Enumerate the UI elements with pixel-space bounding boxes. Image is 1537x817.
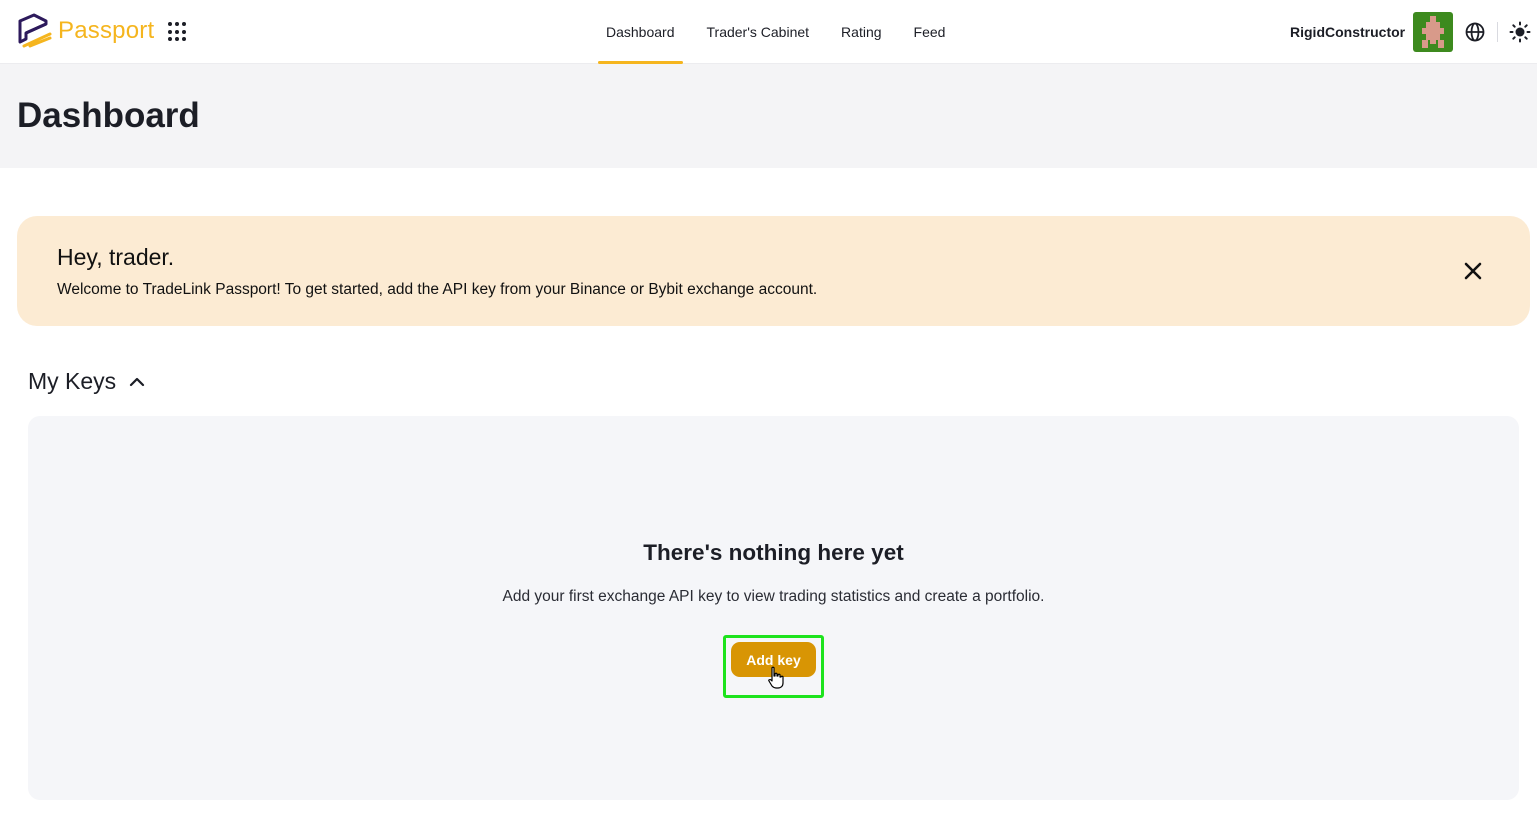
user-menu[interactable]: RigidConstructor bbox=[1290, 12, 1454, 52]
nav-feed[interactable]: Feed bbox=[898, 0, 962, 64]
top-bar: Passport Dashboard Trader's Cabinet Rati… bbox=[0, 0, 1537, 64]
avatar[interactable] bbox=[1413, 12, 1454, 52]
nav-dashboard[interactable]: Dashboard bbox=[590, 0, 691, 64]
globe-icon[interactable] bbox=[1465, 22, 1485, 42]
empty-state-title: There's nothing here yet bbox=[643, 540, 904, 565]
main-nav: Dashboard Trader's Cabinet Rating Feed bbox=[590, 0, 961, 64]
close-icon[interactable] bbox=[1464, 262, 1482, 280]
hand-cursor-icon bbox=[768, 666, 784, 689]
my-keys-toggle[interactable]: My Keys bbox=[28, 368, 146, 395]
welcome-banner: Hey, trader. Welcome to TradeLink Passpo… bbox=[17, 216, 1530, 326]
nav-rating[interactable]: Rating bbox=[825, 0, 897, 64]
empty-state-text: Add your first exchange API key to view … bbox=[502, 588, 1045, 605]
header-divider bbox=[1497, 22, 1498, 42]
username: RigidConstructor bbox=[1290, 24, 1406, 40]
chevron-up-icon bbox=[130, 377, 145, 386]
passport-logo-icon bbox=[18, 13, 52, 48]
banner-title: Hey, trader. bbox=[57, 244, 175, 270]
page-header: Dashboard bbox=[0, 64, 1537, 168]
brand-name: Passport bbox=[58, 17, 155, 44]
nav-traders-cabinet[interactable]: Trader's Cabinet bbox=[691, 0, 826, 64]
banner-text: Welcome to TradeLink Passport! To get st… bbox=[57, 281, 818, 298]
apps-grid-icon[interactable] bbox=[168, 22, 188, 42]
keys-empty-panel: There's nothing here yet Add your first … bbox=[28, 416, 1519, 800]
sun-icon[interactable] bbox=[1509, 21, 1531, 43]
my-keys-title: My Keys bbox=[28, 368, 117, 394]
page-title: Dashboard bbox=[17, 96, 200, 135]
brand-logo[interactable]: Passport bbox=[16, 13, 154, 49]
